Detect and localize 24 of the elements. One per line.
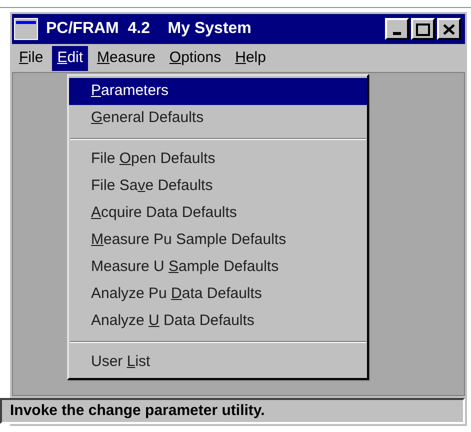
menu-option[interactable]: General Defaults [69,105,367,132]
menu-option[interactable]: File Open Defaults [69,146,367,173]
minimize-button[interactable] [385,18,409,40]
menu-item[interactable]: File [14,46,48,70]
menu-option[interactable]: Acquire Data Defaults [69,200,367,227]
menu-option[interactable]: Analyze U Data Defaults [69,308,367,335]
menu-option[interactable]: Measure Pu Sample Defaults [69,227,367,254]
window-title: PC/FRAM 4.2 My System [46,19,252,39]
menu-option[interactable]: File Save Defaults [69,173,367,200]
maximize-icon [416,22,430,36]
status-text: Invoke the change parameter utility. [10,400,265,421]
menu-option[interactable]: Parameters [69,78,367,105]
menu-item[interactable]: Measure [92,46,160,70]
menu-option[interactable]: User List [69,349,367,376]
menu-option[interactable]: Measure U Sample Defaults [69,254,367,281]
menu-item[interactable]: Options [164,46,226,70]
menu-item[interactable]: Help [230,46,271,70]
minimize-icon [393,32,401,35]
menu-item[interactable]: Edit [52,46,88,70]
close-icon [443,24,455,34]
menu-option[interactable]: Analyze Pu Data Defaults [69,281,367,308]
maximize-button[interactable] [411,18,435,40]
close-button[interactable] [437,18,461,40]
app-icon [14,18,38,40]
